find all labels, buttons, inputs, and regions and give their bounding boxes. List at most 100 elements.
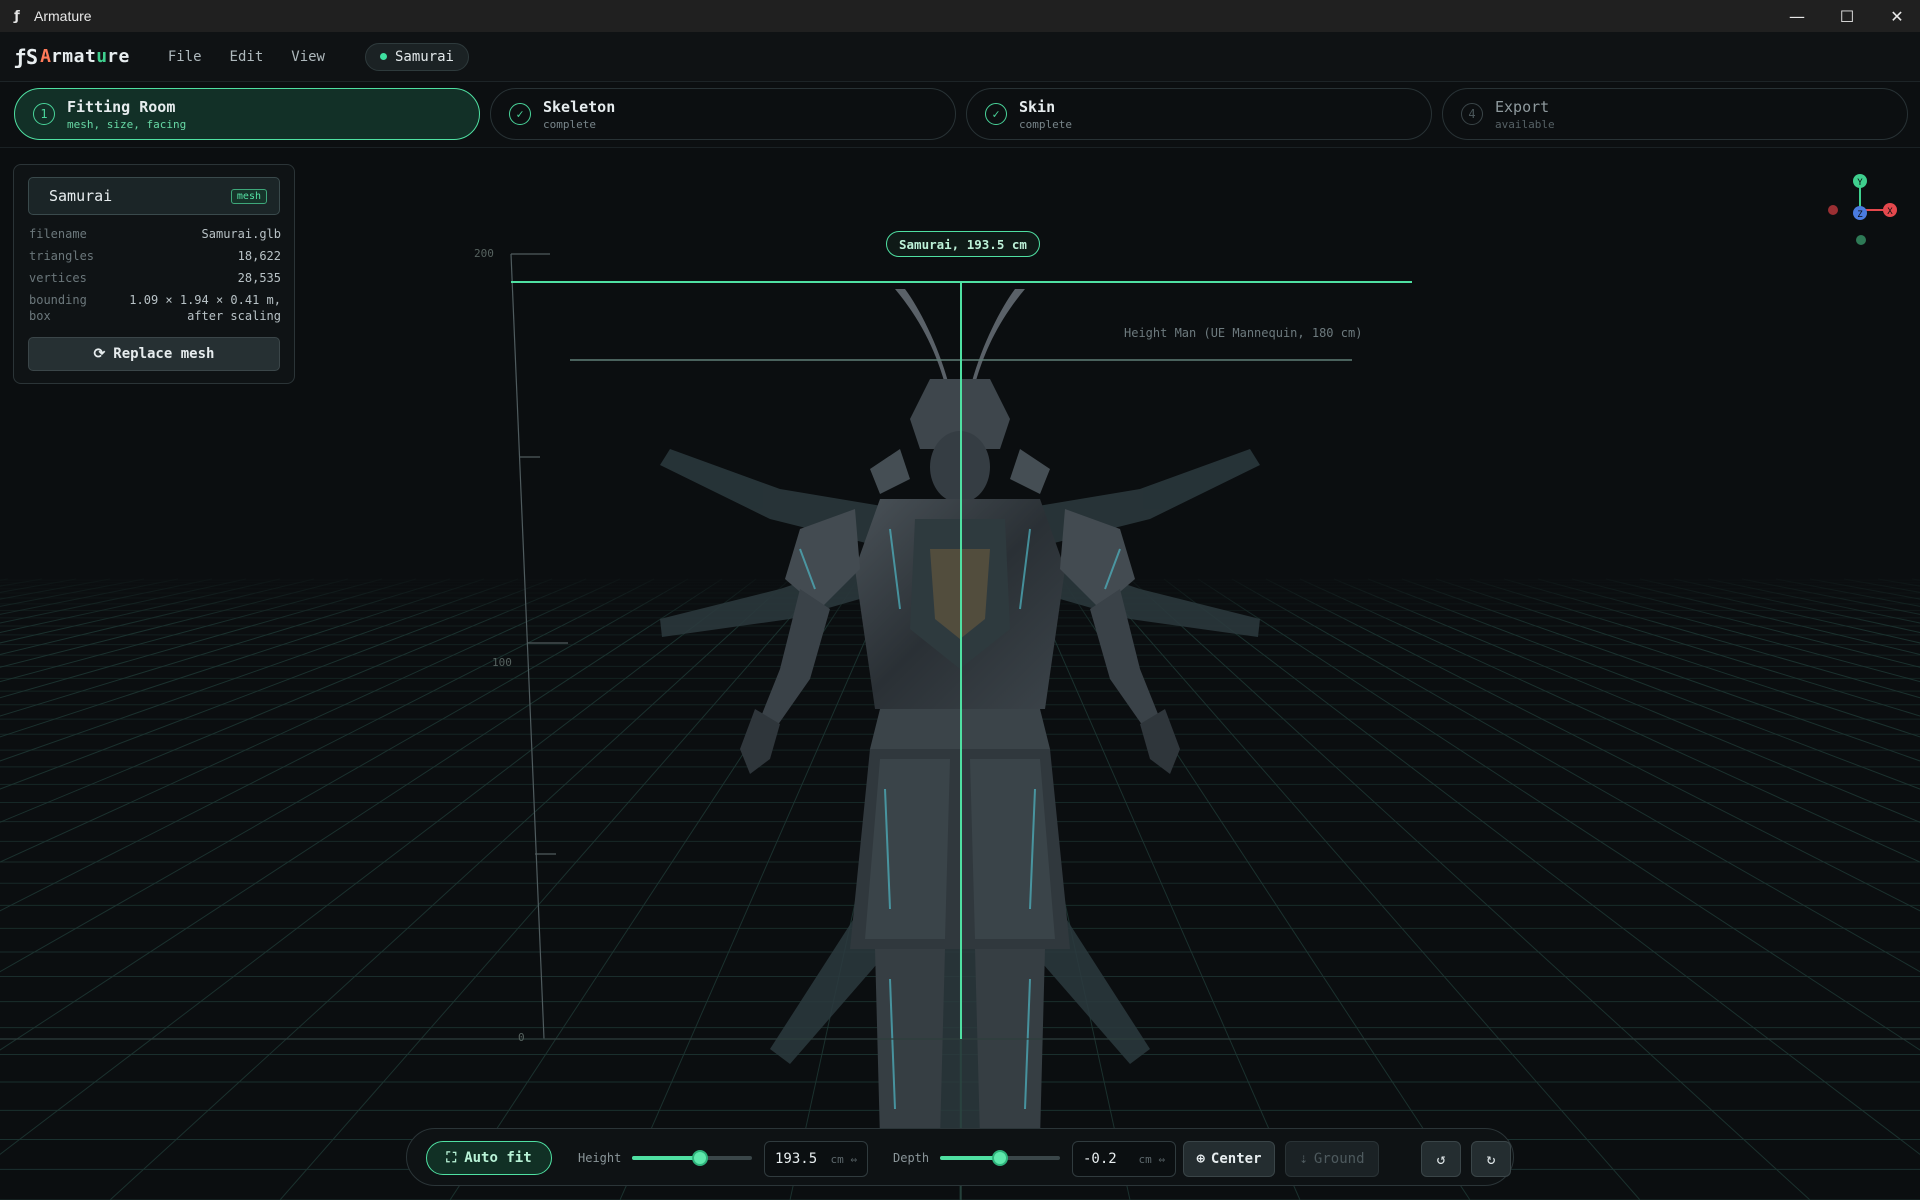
info-row-triangles: triangles 18,622 [29,249,281,263]
step-export[interactable]: 4 Export available [1442,88,1908,140]
grid-line [0,578,111,600]
center-label: Center [1210,1151,1262,1167]
grid-line [1129,578,1811,1200]
info-value: after scaling [187,309,281,323]
step-skeleton[interactable]: ✓ Skeleton complete [490,88,956,140]
check-icon: ✓ [985,103,1007,125]
height-value: 193.5 [775,1151,818,1167]
redo-icon: ↻ [1486,1150,1496,1168]
grid-line [1911,578,1920,581]
step-sub: mesh, size, facing [67,117,187,131]
app-logo: ƒS Armat u re [14,45,130,69]
gizmo-y-label: Y [1857,178,1863,188]
grid-line [1469,578,1920,717]
grid-line [0,578,145,607]
gizmo-z-label: Z [1857,210,1863,220]
depth-input[interactable]: -0.2 cm ⇔ [1072,1141,1176,1177]
step-name: Skin [1019,97,1056,116]
auto-fit-icon: ⛶ [446,1150,457,1166]
ground-icon: ⇣ [1299,1151,1308,1167]
ground-label: Ground [1313,1151,1365,1167]
grid-line [0,578,9,581]
depth-slider-fill [940,1156,1000,1160]
undo-icon: ↺ [1436,1150,1446,1168]
info-value: 1.09 × 1.94 × 0.41 m, [129,293,281,307]
center-button[interactable]: ⊕ Center [1183,1141,1275,1177]
info-value: Samurai.glb [201,227,281,241]
step-sub: available [1495,117,1555,131]
grid-line [1163,578,1920,1155]
status-dot-icon [379,53,387,60]
height-slider-fill [632,1156,701,1160]
maximize-button[interactable]: ☐ [1824,0,1870,32]
redo-button[interactable]: ↻ [1471,1141,1511,1177]
grid-line [1707,578,1920,624]
grid-line [0,578,349,668]
menu-view[interactable]: View [291,49,325,65]
grid-line [109,578,791,1200]
ruler-label-200: 200 [474,247,494,260]
auto-fit-button[interactable]: ⛶ Auto fit [426,1141,552,1175]
depth-slider-knob[interactable] [992,1150,1008,1166]
height-ruler [510,253,568,1040]
close-button[interactable]: ✕ [1874,0,1920,32]
reference-mannequin-label: Height Man (UE Mannequin, 180 cm) [1124,326,1363,340]
grid-line [1843,578,1920,593]
grid-line [1027,578,1301,1200]
document-name: Samurai [394,48,454,65]
mesh-badge: mesh [230,188,267,204]
step-skin[interactable]: ✓ Skin complete [966,88,1432,140]
grid-line [0,578,655,912]
logo-letter: A [40,46,51,67]
height-unit: cm ⇔ [830,1152,858,1166]
armature-logo-icon: ƒ [14,8,20,24]
menu-bar: ƒS Armat u re File Edit View Samurai [0,32,1920,82]
grid-line [1265,578,1920,912]
auto-fit-label: Auto fit [464,1150,532,1166]
height-input[interactable]: 193.5 cm ⇔ [764,1141,868,1177]
info-value: 18,622 [237,249,281,263]
mesh-header: Samurai mesh [28,177,280,215]
depth-slider[interactable] [940,1150,1060,1166]
mesh-info-panel: Samurai mesh filename Samurai.glb triangl… [13,164,295,384]
grid-line [1299,578,1920,863]
step-sub: complete [543,117,596,131]
info-row-filename: filename Samurai.glb [29,227,281,241]
ground-button[interactable]: ⇣ Ground [1285,1141,1379,1177]
grid-line [1367,578,1920,790]
fit-toolbar: ⛶ Auto fit Height 193.5 cm ⇔ Depth -0.2 … [406,1128,1514,1186]
undo-button[interactable]: ↺ [1421,1141,1461,1177]
refresh-icon: ⟳ [93,346,106,362]
crosshair-icon: ⊕ [1196,1151,1205,1167]
step-name: Export [1495,97,1550,116]
replace-mesh-button[interactable]: ⟳ Replace mesh [28,337,280,371]
grid-line [1571,578,1920,668]
info-key: box [29,309,51,323]
grid-line [0,578,451,717]
step-number: 1 [33,103,55,125]
height-slider[interactable] [632,1150,752,1166]
height-slider-knob[interactable] [692,1150,709,1166]
step-fitting-room[interactable]: 1 Fitting Room mesh, size, facing [14,88,480,140]
replace-mesh-label: Replace mesh [113,346,215,362]
logo-mark: ƒS [14,44,39,69]
menu-edit[interactable]: Edit [230,49,264,65]
minimize-button[interactable]: — [1774,0,1820,32]
logo-letter: rmat [50,46,97,67]
depth-label: Depth [893,1151,930,1165]
grid-line [0,578,77,593]
grid-line [0,578,383,683]
grid-line [1537,578,1920,683]
logo-letter: re [107,46,130,67]
window-titlebar: ƒ Armature — ☐ ✕ [0,0,1920,32]
step-sub: complete [1019,117,1072,131]
menu-file[interactable]: File [168,49,202,65]
grid-line [0,578,519,762]
grid-line [1809,578,1920,600]
depth-unit: cm ⇔ [1138,1152,1166,1166]
grid-line [619,578,893,1200]
workflow-steps: 1 Fitting Room mesh, size, facing ✓ Skele… [0,82,1920,148]
document-chip[interactable]: Samurai [364,42,469,71]
grid-line [0,578,689,973]
grid-line [1231,578,1920,973]
